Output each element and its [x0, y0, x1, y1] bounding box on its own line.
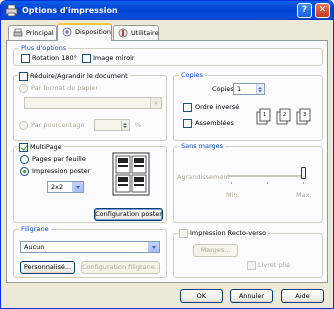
duplex-label: Impression Recto-verso [190, 229, 269, 238]
collated-pages-icon: 1 2 3 [256, 108, 311, 125]
svg-text:1: 1 [263, 112, 266, 118]
by-paper-radio[interactable] [19, 84, 28, 93]
chevron-down-icon[interactable] [72, 182, 83, 192]
by-paper-label: Par format de papier [31, 84, 99, 92]
enlargement-slider-track[interactable] [227, 175, 305, 177]
ok-label: OK [196, 292, 207, 300]
reduce-enlarge-checkbox[interactable] [19, 72, 28, 81]
percent-spinner[interactable] [94, 119, 130, 131]
pages-per-sheet-radio[interactable] [20, 155, 29, 164]
group-title: Sans marges [179, 142, 226, 151]
pages-per-sheet-label: Pages par feuille [32, 155, 86, 163]
multipage-label: MultiPage [30, 143, 64, 152]
ok-button[interactable]: OK [180, 289, 223, 303]
collate-label: Assemblées [195, 119, 234, 127]
layout-tab-icon [62, 27, 72, 37]
poster-label: Impression poster [32, 167, 91, 175]
slider-max-label: Max. [296, 191, 312, 199]
configure-watermark-button[interactable]: Configuration filigrane... [81, 261, 161, 274]
title-bar[interactable]: Options d'impression ? ✕ [1, 1, 333, 20]
configure-watermark-label: Configuration filigrane... [82, 263, 161, 271]
by-percent-radio[interactable] [19, 121, 28, 130]
group-title: Plus d'options [19, 44, 69, 53]
rotation-checkbox[interactable] [21, 54, 30, 63]
booklet-checkbox[interactable] [247, 261, 256, 270]
multipage-checkbox[interactable] [19, 143, 28, 152]
printer-tab-icon [13, 28, 23, 37]
tab-principal[interactable]: Principal [8, 25, 57, 40]
help-title-button[interactable]: ? [297, 3, 312, 18]
reverse-order-checkbox[interactable] [183, 103, 192, 112]
margins-label: Marges... [200, 246, 231, 254]
chevron-down-icon[interactable] [148, 242, 159, 252]
tab-label: Principal [26, 29, 54, 37]
poster-radio[interactable] [20, 167, 29, 176]
group-title: Copies [179, 71, 205, 80]
custom-watermark-label: Personnalisé... [23, 263, 72, 271]
printer-icon [5, 4, 18, 17]
svg-text:3: 3 [303, 112, 306, 118]
mirror-label: Image miroir [93, 54, 135, 62]
tab-label: Utilitaire [131, 29, 159, 37]
slider-ticks [231, 182, 304, 184]
enlargement-slider-thumb[interactable] [301, 167, 306, 179]
custom-watermark-button[interactable]: Personnalisé... [20, 261, 75, 274]
window-title: Options d'impression [22, 6, 118, 15]
print-options-dialog: Options d'impression ? ✕ Principal Dispo… [0, 0, 334, 309]
tab-panel-disposition: Plus d'options Rotation 180° Image miroi… [6, 40, 328, 283]
paper-size-select[interactable] [24, 97, 162, 109]
reduce-enlarge-label: Réduire/Agrandir le document [30, 72, 130, 81]
by-percent-label: Par pourcentage [31, 121, 85, 129]
cancel-button[interactable]: Annuler [230, 289, 273, 303]
rotation-label: Rotation 180° [32, 54, 77, 62]
tab-disposition[interactable]: Disposition [57, 23, 112, 41]
poster-size-value: 2x2 [51, 183, 64, 191]
collate-checkbox[interactable] [183, 119, 192, 128]
svg-text:2: 2 [283, 112, 286, 118]
spin-arrows-icon[interactable] [256, 84, 264, 94]
tab-label: Disposition [75, 28, 111, 36]
configure-poster-label: Configuration poster [95, 210, 162, 218]
poster-size-select[interactable]: 2x2 [47, 181, 84, 193]
poster-preview-icon [112, 152, 150, 196]
close-button[interactable]: ✕ [315, 3, 330, 18]
spin-arrows-icon[interactable] [121, 120, 129, 130]
cancel-label: Annuler [238, 292, 265, 300]
chevron-down-icon[interactable] [150, 98, 161, 108]
margins-button[interactable]: Marges... [193, 244, 238, 257]
duplex-checkbox[interactable] [179, 229, 188, 238]
copies-label: Copies [212, 85, 234, 93]
utility-tab-icon [118, 28, 128, 38]
watermark-select[interactable]: Aucun [20, 241, 160, 253]
reverse-order-label: Ordre inversé [195, 103, 240, 111]
percent-unit: % [135, 121, 142, 129]
help-label: Aide [295, 292, 310, 300]
copies-spinner[interactable]: 1 [233, 83, 265, 95]
configure-poster-button[interactable]: Configuration poster [94, 208, 163, 221]
mirror-checkbox[interactable] [82, 54, 91, 63]
watermark-value: Aucun [24, 243, 45, 251]
copies-value: 1 [237, 85, 242, 93]
help-button[interactable]: Aide [281, 289, 324, 303]
booklet-label: Livret plié [258, 261, 291, 269]
enlargement-label: Agrandissement [177, 173, 231, 181]
group-title: Filigrane [19, 225, 51, 234]
slider-min-label: Min. [226, 191, 240, 199]
tab-utilitaire[interactable]: Utilitaire [113, 25, 159, 40]
